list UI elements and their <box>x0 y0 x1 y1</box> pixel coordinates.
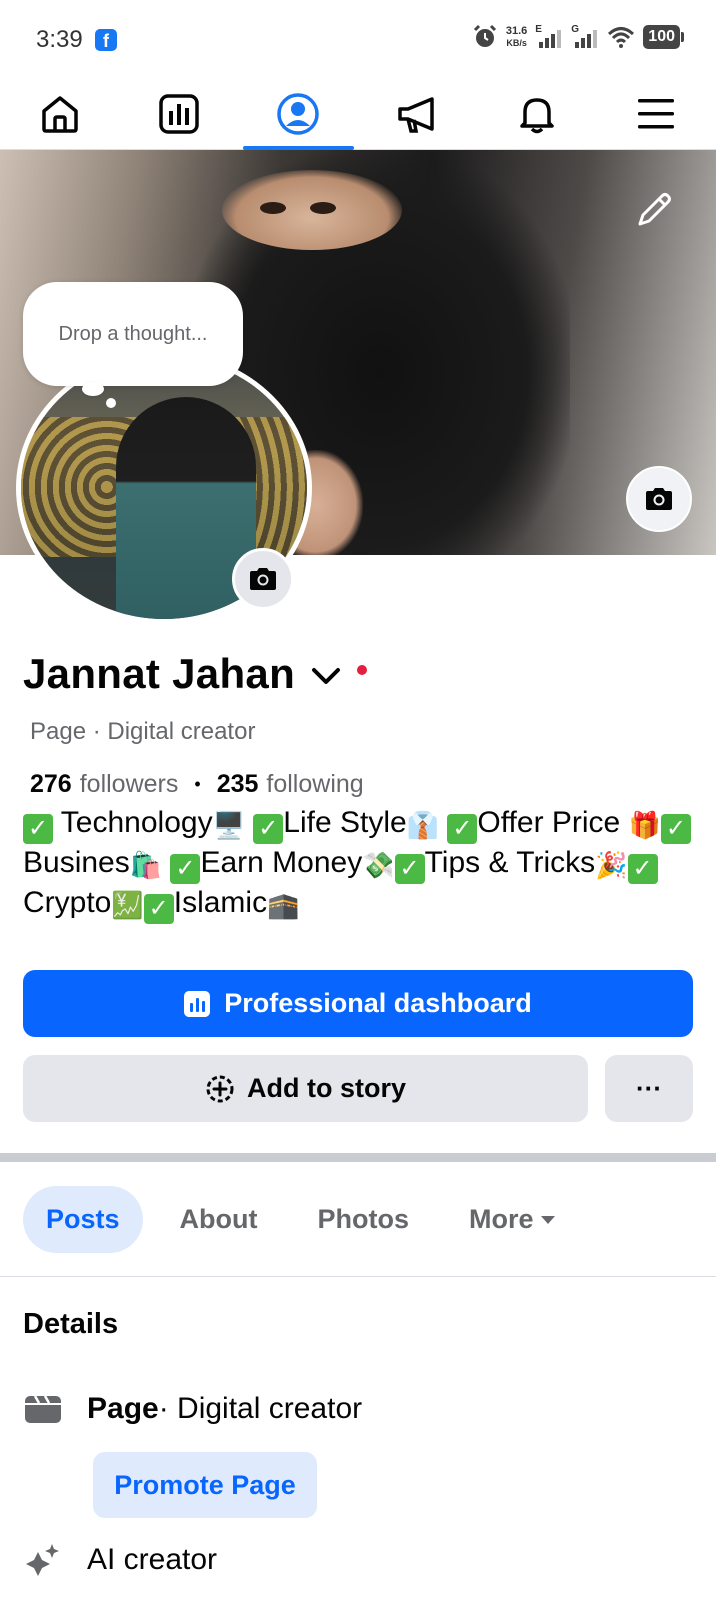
signal-bars-icon <box>539 30 562 48</box>
signal-bars-icon <box>575 30 598 48</box>
money-emoji: 💸 <box>362 850 395 880</box>
profile-tabs: Posts About Photos More <box>23 1186 593 1253</box>
detail-ai-label: AI creator <box>87 1543 218 1576</box>
checkmark-emoji: ✓ <box>170 854 201 884</box>
clapperboard-icon <box>25 1395 61 1423</box>
nav-ads[interactable] <box>358 78 477 149</box>
detail-page-row: Page · Digital creator <box>23 1392 362 1426</box>
shopping-bag-emoji: 🛍️ <box>129 850 163 880</box>
profile-bio: ✓ Technology🖥️ ✓ Life Style👔 ✓ Offer Price… <box>23 804 693 924</box>
computer-emoji: 🖥️ <box>212 810 245 840</box>
follow-stats: 276 followers • 235 following <box>30 770 364 799</box>
add-story-icon <box>206 1075 234 1102</box>
details-heading: Details <box>23 1308 119 1340</box>
megaphone-icon <box>397 96 434 133</box>
battery-indicator: 100 <box>643 25 684 49</box>
camera-icon <box>250 568 276 590</box>
chevron-down-icon <box>312 668 341 684</box>
kaaba-emoji: 🕋 <box>267 890 300 920</box>
more-options-button[interactable]: ··· <box>605 1055 693 1122</box>
profile-name: Jannat Jahan <box>23 650 296 697</box>
profile-name-row[interactable]: Jannat Jahan <box>23 650 368 698</box>
home-icon <box>41 95 78 133</box>
followers-label[interactable]: followers <box>80 770 179 799</box>
checkmark-emoji: ✓ <box>627 854 658 884</box>
checkmark-emoji: ✓ <box>660 814 691 844</box>
section-divider <box>0 1153 716 1162</box>
signal-1: E <box>535 24 563 50</box>
more-dots-icon: ··· <box>636 1073 662 1103</box>
promote-page-button[interactable]: Promote Page <box>93 1452 317 1518</box>
profile-icon <box>277 92 320 135</box>
status-time: 3:39 <box>36 26 83 53</box>
caret-down-icon <box>540 1215 555 1224</box>
checkmark-emoji: ✓ <box>23 814 53 844</box>
status-bar: 3:39 f 31.6 KB/s E G 100 <box>0 0 716 78</box>
tab-posts[interactable]: Posts <box>23 1186 143 1253</box>
add-to-story-button[interactable]: Add to story <box>23 1055 588 1122</box>
thought-bubble[interactable]: Drop a thought... <box>23 282 243 386</box>
cover-camera-button[interactable] <box>626 466 692 532</box>
signal-2: G <box>571 24 599 50</box>
edit-pencil-icon[interactable] <box>634 190 674 235</box>
nav-dashboard[interactable] <box>119 78 238 149</box>
stats-separator: • <box>194 774 201 794</box>
tab-more[interactable]: More <box>446 1186 579 1253</box>
nav-profile[interactable] <box>239 78 358 150</box>
tab-photos[interactable]: Photos <box>295 1186 433 1253</box>
nav-notifications[interactable] <box>477 78 596 149</box>
avatar-camera-button[interactable] <box>232 548 294 610</box>
checkmark-emoji: ✓ <box>447 814 478 844</box>
detail-ai-row: AI creator <box>23 1542 217 1578</box>
top-navigation <box>0 78 716 150</box>
followers-count: 276 <box>30 770 72 798</box>
checkmark-emoji: ✓ <box>394 854 425 884</box>
tab-about[interactable]: About <box>157 1186 281 1253</box>
professional-dashboard-button[interactable]: Professional dashboard <box>23 970 693 1037</box>
checkmark-emoji: ✓ <box>253 814 284 844</box>
detail-page-label: Page <box>87 1392 159 1425</box>
notification-dot <box>357 665 368 675</box>
sparkle-icon <box>26 1544 59 1576</box>
gift-emoji: 🎁 <box>628 810 661 840</box>
dashboard-icon <box>159 93 199 134</box>
facebook-notification-icon: f <box>95 29 117 51</box>
necktie-emoji: 👔 <box>406 810 440 840</box>
party-emoji: 🎉 <box>595 850 628 880</box>
dashboard-icon <box>184 990 211 1017</box>
following-label[interactable]: following <box>266 770 363 799</box>
camera-icon <box>646 488 672 510</box>
bell-icon <box>520 97 554 133</box>
network-speed: 31.6 KB/s <box>505 25 528 48</box>
menu-icon <box>638 98 675 128</box>
page-category: Page · Digital creator <box>30 718 256 745</box>
chart-emoji: 💹 <box>111 890 144 920</box>
alarm-icon <box>473 24 496 47</box>
thought-placeholder: Drop a thought... <box>58 322 208 345</box>
following-count: 235 <box>216 770 259 798</box>
wifi-icon <box>608 27 635 48</box>
nav-home[interactable] <box>0 78 119 149</box>
checkmark-emoji: ✓ <box>143 894 174 924</box>
nav-menu[interactable] <box>597 78 716 149</box>
detail-page-category: · Digital creator <box>158 1392 363 1425</box>
